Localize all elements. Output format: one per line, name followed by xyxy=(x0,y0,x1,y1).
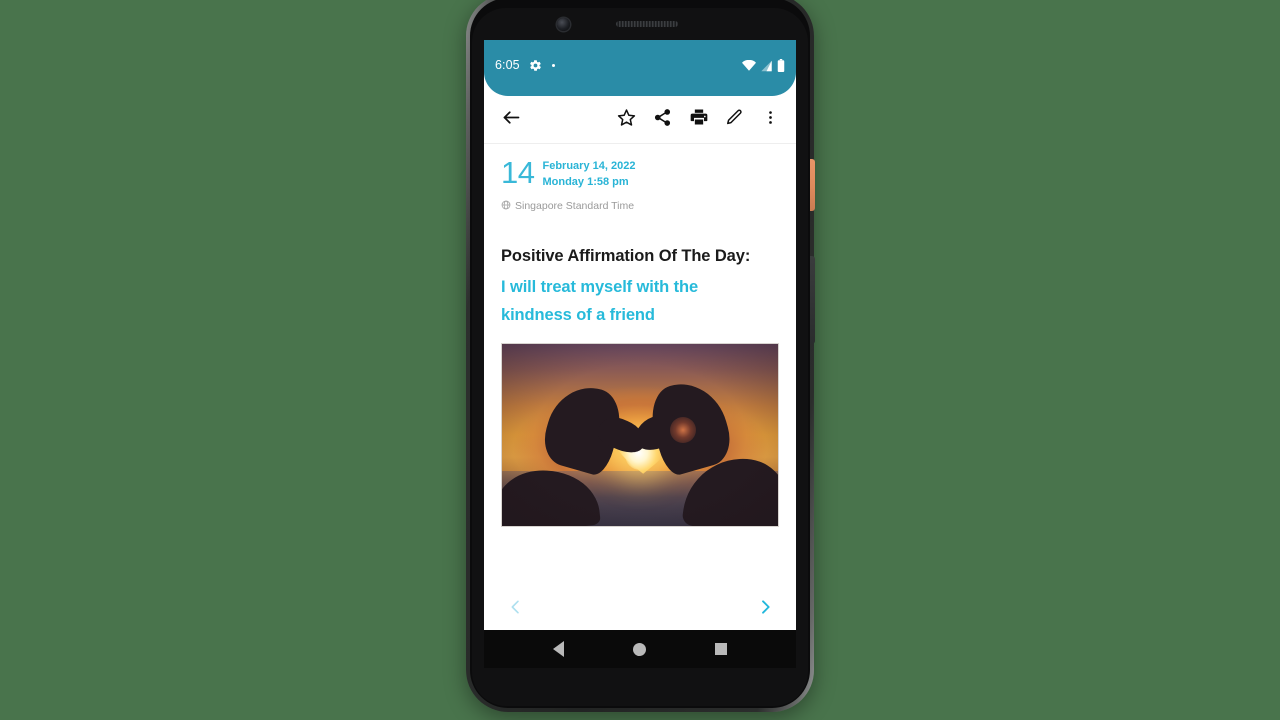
chevron-left-icon xyxy=(507,596,524,623)
status-bar-right xyxy=(742,40,785,72)
date-weekday-time-label: Monday 1:58 pm xyxy=(542,175,629,188)
note-content: 14 February 14, 2022 Monday 1:58 pm Sing… xyxy=(484,144,796,527)
front-camera-icon xyxy=(557,18,570,31)
note-pager xyxy=(484,588,796,630)
overflow-menu-button[interactable] xyxy=(755,103,786,137)
toolbar-actions xyxy=(611,103,786,137)
timezone-row: Singapore Standard Time xyxy=(501,197,779,215)
globe-icon xyxy=(501,197,511,215)
nav-home-button[interactable] xyxy=(623,634,657,664)
power-button[interactable] xyxy=(810,159,815,211)
date-full-label: February 14, 2022 xyxy=(542,160,636,172)
android-navigation-bar xyxy=(484,630,796,668)
nav-home-circle-icon xyxy=(633,642,647,656)
pencil-icon xyxy=(725,108,744,132)
affirmation-text: I will treat myself with the kindness of… xyxy=(501,278,699,324)
nav-recents-button[interactable] xyxy=(704,634,738,664)
date-text-column: February 14, 2022 Monday 1:58 pm xyxy=(542,158,635,190)
date-day-number: 14 xyxy=(501,155,535,190)
status-bar-clock: 6:05 xyxy=(495,58,520,72)
phone-screen: 6:05 14 February 14, 2022 Monday 1:58 pm… xyxy=(484,40,796,668)
status-bar: 6:05 xyxy=(484,40,796,96)
printer-icon xyxy=(689,107,709,132)
edit-button[interactable] xyxy=(719,103,750,137)
volume-rocker-button[interactable] xyxy=(810,256,815,344)
more-vertical-icon xyxy=(762,108,779,132)
battery-icon xyxy=(777,59,785,72)
timezone-label: Singapore Standard Time xyxy=(515,200,635,212)
status-bar-left: 6:05 xyxy=(495,40,556,72)
app-toolbar xyxy=(484,96,796,144)
back-button[interactable] xyxy=(494,103,528,137)
nav-back-triangle-icon xyxy=(553,641,565,657)
gear-icon xyxy=(529,59,542,72)
wifi-icon xyxy=(742,60,756,71)
affirmation-title: Positive Affirmation Of The Day: xyxy=(501,247,751,265)
earpiece-speaker-icon xyxy=(616,21,678,27)
arrow-left-icon xyxy=(501,107,522,133)
chevron-right-icon xyxy=(757,596,774,623)
previous-note-button[interactable] xyxy=(502,594,528,624)
nav-recents-square-icon xyxy=(715,643,728,655)
dot-icon xyxy=(551,63,556,68)
note-date-block: 14 February 14, 2022 Monday 1:58 pm xyxy=(501,155,779,190)
next-note-button[interactable] xyxy=(752,594,778,624)
photo-vignette xyxy=(502,344,778,526)
star-outline-icon xyxy=(617,108,636,132)
favorite-button[interactable] xyxy=(611,103,642,137)
share-icon xyxy=(653,108,672,132)
note-photo[interactable] xyxy=(501,343,779,527)
nav-back-button[interactable] xyxy=(542,634,576,664)
cellular-signal-icon xyxy=(760,60,773,72)
print-button[interactable] xyxy=(683,103,714,137)
share-button[interactable] xyxy=(647,103,678,137)
